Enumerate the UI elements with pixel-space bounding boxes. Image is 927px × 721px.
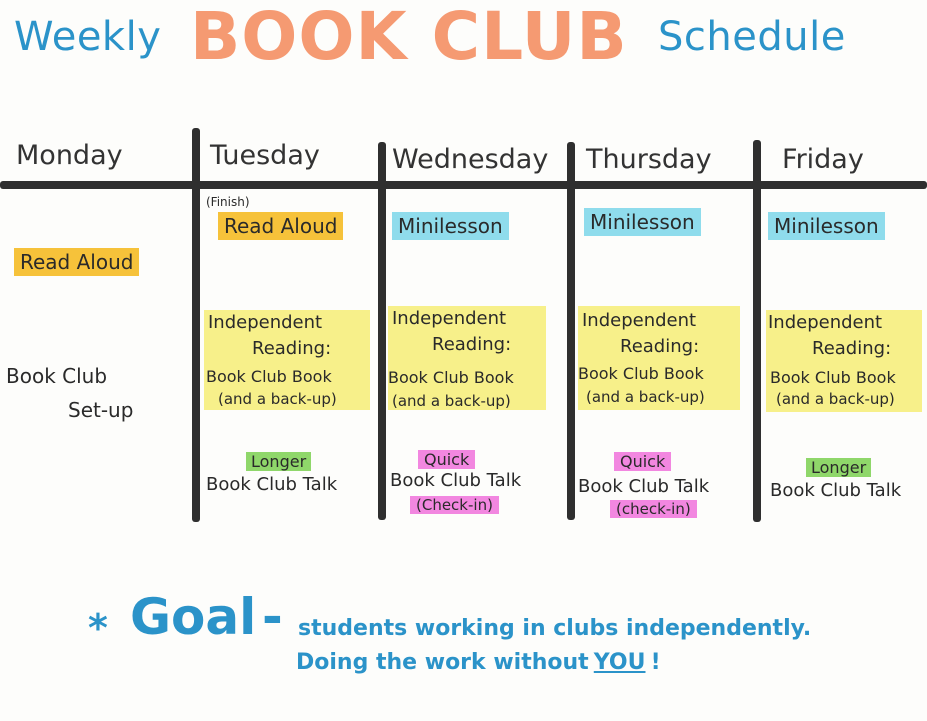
- monday-read-aloud: Read Aloud: [14, 248, 140, 276]
- thursday-checkin: (check-in): [610, 500, 697, 518]
- thursday-minilesson: Minilesson: [584, 208, 701, 236]
- day-monday: Monday: [16, 140, 123, 171]
- goal-line2-text: Doing the work without: [296, 650, 589, 675]
- wednesday-minilesson: Minilesson: [392, 212, 509, 240]
- tuesday-finish-note: (Finish): [206, 195, 250, 209]
- column-divider-2: [378, 142, 386, 520]
- goal-dash: -: [262, 588, 283, 646]
- day-friday: Friday: [782, 144, 864, 175]
- wednesday-independent-line4: (and a back-up): [392, 392, 511, 410]
- column-divider-3: [567, 142, 575, 520]
- goal-you: YOU: [593, 650, 646, 675]
- friday-independent-line2: Reading:: [812, 338, 892, 359]
- thursday-independent-line3: Book Club Book: [578, 364, 704, 383]
- friday-independent-line3: Book Club Book: [770, 368, 896, 387]
- goal-exclamation: !: [650, 650, 661, 675]
- goal-line2: Doing the work without YOU !: [296, 650, 661, 675]
- goal-line1: students working in clubs independently.: [298, 616, 812, 641]
- thursday-independent-line4: (and a back-up): [586, 388, 705, 406]
- thursday-talk: Book Club Talk: [578, 476, 710, 497]
- friday-independent-line1: Independent: [768, 312, 883, 333]
- wednesday-independent-line2: Reading:: [432, 334, 512, 355]
- wednesday-independent-line1: Independent: [392, 308, 507, 329]
- tuesday-talk-tag: Longer: [246, 452, 312, 471]
- thursday-independent-line2: Reading:: [620, 336, 700, 357]
- tuesday-read-aloud: Read Aloud: [218, 212, 344, 240]
- tuesday-independent-line3: Book Club Book: [206, 367, 332, 386]
- tuesday-independent-line1: Independent: [208, 312, 323, 333]
- thursday-independent-line1: Independent: [582, 310, 697, 331]
- wednesday-talk: Book Club Talk: [390, 470, 522, 491]
- day-tuesday: Tuesday: [210, 140, 320, 171]
- tuesday-talk: Book Club Talk: [206, 474, 338, 495]
- title-schedule: Schedule: [658, 14, 846, 60]
- thursday-talk-tag: Quick: [614, 452, 672, 471]
- friday-talk-tag: Longer: [806, 458, 872, 477]
- monday-setup-line1: Book Club: [6, 364, 108, 388]
- wednesday-checkin: (Check-in): [410, 496, 499, 514]
- friday-talk: Book Club Talk: [770, 480, 902, 501]
- title-weekly: Weekly: [14, 14, 162, 60]
- monday-setup-line2: Set-up: [68, 398, 134, 422]
- tuesday-independent-line4: (and a back-up): [218, 390, 337, 408]
- goal-star-icon: *: [88, 606, 108, 650]
- tuesday-independent-line2: Reading:: [252, 338, 332, 359]
- column-divider-4: [753, 140, 761, 522]
- column-divider-1: [192, 128, 200, 522]
- wednesday-independent-line3: Book Club Book: [388, 368, 514, 387]
- header-divider: [0, 181, 927, 189]
- friday-minilesson: Minilesson: [768, 212, 885, 240]
- title-book-club: BOOK CLUB: [190, 0, 628, 75]
- day-wednesday: Wednesday: [392, 144, 549, 175]
- goal-heading: Goal: [130, 588, 257, 646]
- day-thursday: Thursday: [586, 144, 712, 175]
- friday-independent-line4: (and a back-up): [776, 390, 895, 408]
- wednesday-talk-tag: Quick: [418, 450, 476, 469]
